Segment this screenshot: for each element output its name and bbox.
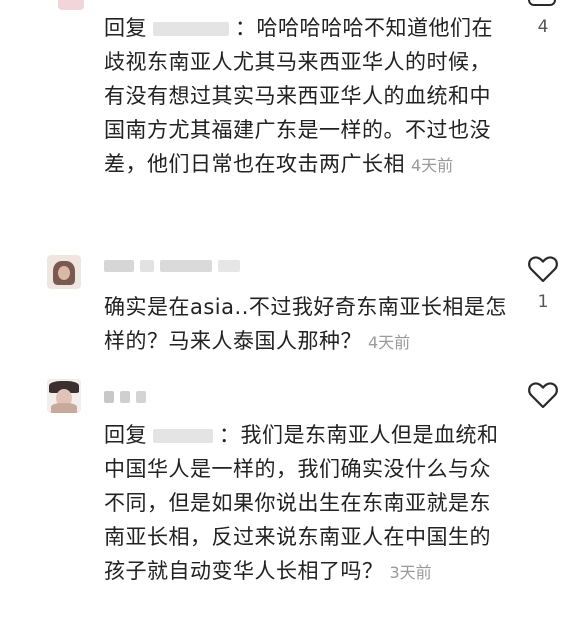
comment-time: 4天前 <box>368 333 411 352</box>
blurred-username[interactable] <box>104 256 240 276</box>
blurred-username[interactable] <box>104 387 146 407</box>
comment-body: 回复 ：哈哈哈哈哈不知道他们在歧视东南亚人尤其马来西亚华人的时候，有没有想过其实马… <box>104 11 510 183</box>
heart-outline-icon[interactable] <box>527 380 559 410</box>
reply-prefix: 回复 <box>104 16 147 40</box>
avatar-partial <box>58 0 84 10</box>
avatar[interactable] <box>47 379 81 413</box>
comment-body: 确实是在asia..不过我好奇东南亚长相是怎样的？马来人泰国人那种？ 4天前 <box>104 290 510 360</box>
heart-outline-icon[interactable] <box>527 254 559 284</box>
reply-prefix: 回复 <box>104 423 147 447</box>
comment-text: 确实是在asia..不过我好奇东南亚长相是怎样的？马来人泰国人那种？ <box>104 295 507 353</box>
heart-outline-icon[interactable] <box>528 0 556 6</box>
comment-body: 回复 ：我们是东南亚人但是血统和中国华人是一样的，我们确实没什么与众不同，但是如果… <box>104 418 510 590</box>
comment-time: 4天前 <box>411 156 454 175</box>
like-count: 1 <box>537 292 549 312</box>
blurred-username <box>153 429 213 443</box>
avatar[interactable] <box>47 255 81 289</box>
comment-time: 3天前 <box>389 563 432 582</box>
comment-text: ：我们是东南亚人但是血统和中国华人是一样的，我们确实没什么与众不同，但是如果你说… <box>104 423 499 583</box>
comment-text: ：哈哈哈哈哈不知道他们在歧视东南亚人尤其马来西亚华人的时候，有没有想过其实马来西… <box>104 16 493 176</box>
like-count: 4 <box>537 17 549 37</box>
blurred-username <box>153 22 229 36</box>
